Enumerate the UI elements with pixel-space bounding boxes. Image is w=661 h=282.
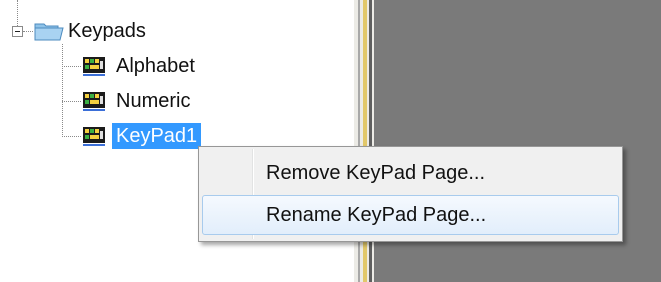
- menu-item-remove-keypad-page[interactable]: Remove KeyPad Page...: [202, 153, 619, 193]
- tree-node-numeric[interactable]: Numeric: [112, 88, 194, 114]
- tree-node-label: Numeric: [116, 90, 191, 112]
- context-menu: Remove KeyPad Page... Rename KeyPad Page…: [198, 146, 623, 242]
- keypad-page-icon: [83, 57, 105, 76]
- tree-connector: [23, 31, 33, 32]
- menu-item-rename-keypad-page[interactable]: Rename KeyPad Page...: [202, 195, 619, 235]
- tree-connector: [62, 66, 81, 67]
- keypad-page-icon: [83, 92, 105, 111]
- tree-node-alphabet[interactable]: Alphabet: [112, 53, 199, 79]
- tree-node-label: Keypads: [68, 20, 146, 42]
- folder-icon: [34, 23, 64, 41]
- tree-node-keypads[interactable]: Keypads: [64, 18, 150, 44]
- tree-connector: [62, 136, 81, 137]
- collapse-toggle[interactable]: [12, 26, 23, 37]
- tree-connector: [62, 44, 63, 137]
- menu-item-label: Remove KeyPad Page...: [266, 162, 486, 184]
- menu-item-label: Rename KeyPad Page...: [266, 204, 487, 226]
- tree-node-keypad1[interactable]: KeyPad1: [112, 123, 202, 149]
- tree-connector: [62, 101, 81, 102]
- tree-node-label: KeyPad1: [112, 123, 202, 149]
- tree-node-label: Alphabet: [116, 55, 195, 77]
- tree-connector: [17, 0, 18, 26]
- keypad-page-icon: [83, 127, 105, 146]
